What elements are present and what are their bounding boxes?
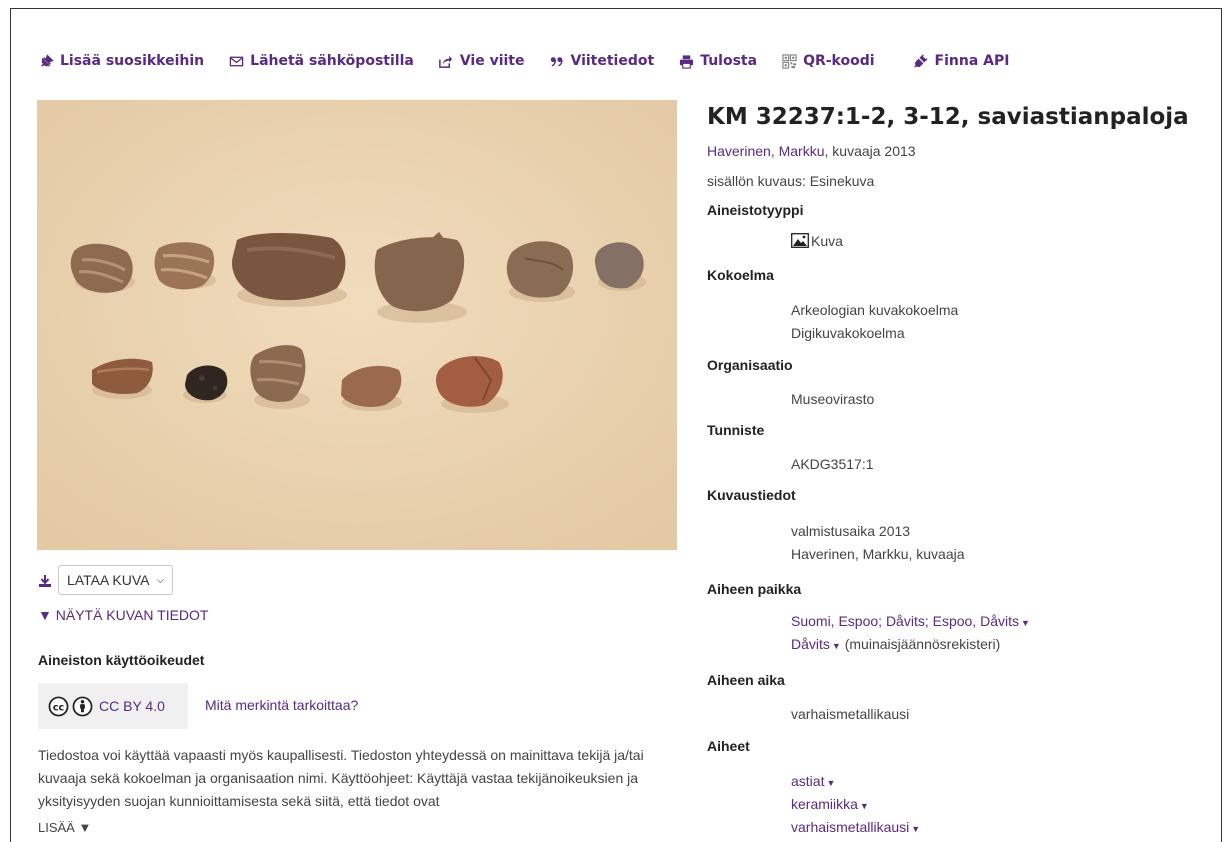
caret-down-icon: ▼ bbox=[859, 801, 869, 811]
format-value: Kuva bbox=[791, 233, 843, 249]
subject-place-1[interactable]: Suomi, Espoo; Dåvits; Espoo, Dåvits ▼ bbox=[791, 613, 1030, 629]
caret-down-icon: ▼ bbox=[831, 641, 841, 651]
author-role: kuvaaja 2013 bbox=[828, 143, 916, 159]
export-label: Vie viite bbox=[459, 53, 525, 69]
format-text: Kuva bbox=[811, 233, 843, 249]
photo-details-1: valmistusaika 2013 bbox=[791, 523, 911, 539]
share-icon bbox=[438, 53, 454, 69]
svg-text:cc: cc bbox=[53, 702, 65, 713]
download-icon bbox=[38, 573, 52, 587]
favorite-label: Lisää suosikkeihin bbox=[60, 53, 205, 69]
subject-place-label: Aiheen paikka bbox=[707, 581, 802, 597]
photo-details-label: Kuvaustiedot bbox=[707, 487, 796, 503]
qr-button[interactable]: QR-koodi bbox=[781, 53, 875, 69]
envelope-icon bbox=[228, 53, 244, 69]
format-label: Aineistotyyppi bbox=[707, 202, 804, 218]
subject-item[interactable]: keramiikka ▼ bbox=[791, 796, 869, 812]
license-label: CC BY 4.0 bbox=[99, 698, 165, 714]
plug-icon bbox=[913, 53, 929, 69]
subject-place-link[interactable]: Suomi, Espoo; Dåvits; Espoo, Dåvits bbox=[791, 613, 1019, 629]
rights-heading: Aineiston käyttöoikeudet bbox=[38, 652, 205, 668]
download-row: LATAA KUVA ⌵ bbox=[38, 565, 174, 595]
organisation-value: Museovirasto bbox=[791, 391, 875, 407]
record-toolbar: Lisää suosikkeihin Lähetä sähköpostilla … bbox=[38, 50, 1033, 72]
caret-down-icon: ▼ bbox=[1021, 618, 1030, 628]
chevron-down-icon: ⌵ bbox=[156, 574, 165, 586]
subject-link[interactable]: astiat bbox=[791, 773, 824, 789]
download-label: LATAA KUVA bbox=[67, 572, 150, 588]
identifier-label: Tunniste bbox=[707, 422, 765, 438]
subject-time-label: Aiheen aika bbox=[707, 672, 785, 688]
subject-time-value: varhaismetallikausi bbox=[791, 706, 910, 722]
registry-note: (muinaisjäännösrekisteri) bbox=[844, 636, 1001, 652]
email-button[interactable]: Lähetä sähköpostilla bbox=[228, 53, 414, 69]
favorite-button[interactable]: Lisää suosikkeihin bbox=[38, 53, 204, 69]
license-badge[interactable]: cc CC BY 4.0 bbox=[38, 683, 188, 729]
license-meaning-link[interactable]: Mitä merkintä tarkoittaa? bbox=[205, 697, 358, 713]
record-title: KM 32237:1-2, 3-12, saviastianpaloja bbox=[707, 104, 1189, 130]
attribution-icon bbox=[72, 696, 93, 717]
author-link[interactable]: Haverinen, Markku, bbox=[707, 143, 828, 159]
print-label: Tulosta bbox=[700, 53, 758, 69]
rights-description: Tiedostoa voi käyttää vapaasti myös kaup… bbox=[38, 747, 644, 809]
print-button[interactable]: Tulosta bbox=[678, 53, 757, 69]
caret-down-icon: ▼ bbox=[826, 778, 836, 788]
content-description: sisällön kuvaus: Esinekuva bbox=[707, 173, 875, 189]
export-button[interactable]: Vie viite bbox=[438, 53, 525, 69]
creative-commons-icon: cc bbox=[48, 696, 69, 717]
api-button[interactable]: Finna API bbox=[913, 53, 1010, 69]
qr-label: QR-koodi bbox=[803, 53, 875, 69]
collection-value-2: Digikuvakokoelma bbox=[791, 325, 905, 341]
quote-icon bbox=[548, 53, 564, 69]
photo-details-2: Haverinen, Markku, kuvaaja bbox=[791, 546, 965, 562]
author-line: Haverinen, Markku, kuvaaja 2013 bbox=[707, 143, 916, 159]
email-label: Lähetä sähköpostilla bbox=[250, 53, 414, 69]
davits-link[interactable]: Dåvits bbox=[791, 636, 830, 652]
pin-icon bbox=[38, 53, 54, 69]
cite-label: Viitetiedot bbox=[570, 53, 655, 69]
image-format-icon bbox=[791, 233, 809, 248]
record-image[interactable] bbox=[37, 100, 677, 550]
organisation-label: Organisaatio bbox=[707, 357, 793, 373]
subject-item[interactable]: astiat ▼ bbox=[791, 773, 835, 789]
show-image-info-toggle[interactable]: ▼ NÄYTÄ KUVAN TIEDOT bbox=[38, 607, 208, 623]
subject-link[interactable]: varhaismetallikausi bbox=[791, 819, 909, 835]
caret-down-icon: ▼ bbox=[911, 824, 921, 834]
cite-button[interactable]: Viitetiedot bbox=[548, 53, 654, 69]
subject-place-2: Dåvits ▼ (muinaisjäännösrekisteri) bbox=[791, 636, 1000, 652]
show-more-toggle[interactable]: LISÄÄ ▼ bbox=[38, 820, 91, 835]
printer-icon bbox=[678, 53, 694, 69]
identifier-value: AKDG3517:1 bbox=[791, 456, 874, 472]
api-label: Finna API bbox=[934, 53, 1010, 69]
subject-link[interactable]: keramiikka bbox=[791, 796, 858, 812]
qr-code-icon bbox=[781, 53, 797, 69]
subjects-label: Aiheet bbox=[707, 738, 750, 754]
pottery-sherds-photo bbox=[37, 100, 677, 550]
collection-label: Kokoelma bbox=[707, 267, 774, 283]
collection-value-1: Arkeologian kuvakokoelma bbox=[791, 302, 959, 318]
subject-item[interactable]: varhaismetallikausi ▼ bbox=[791, 819, 920, 835]
download-image-dropdown[interactable]: LATAA KUVA ⌵ bbox=[58, 565, 174, 595]
